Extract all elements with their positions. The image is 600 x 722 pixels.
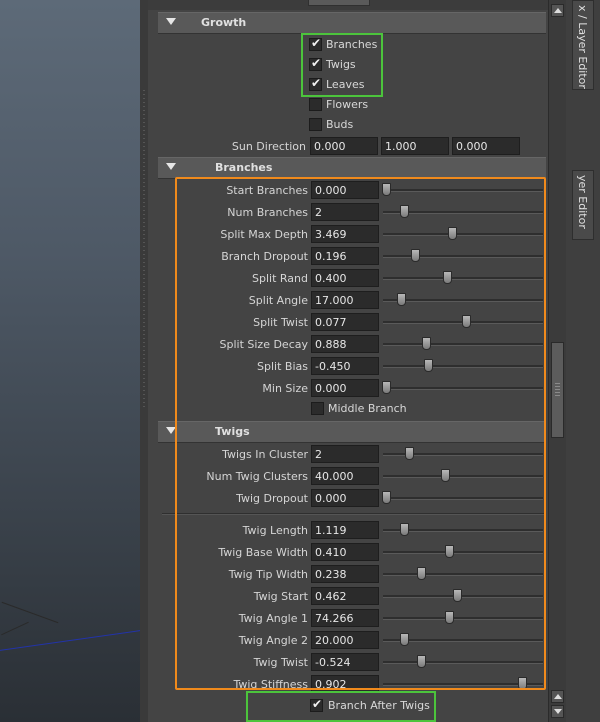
sun-direction-y-field[interactable]: 1.000 (381, 137, 449, 155)
collapse-triangle-icon (166, 18, 176, 25)
sun-direction-z-field[interactable]: 0.000 (452, 137, 520, 155)
tab-stub (308, 0, 370, 6)
growth-title: Growth (201, 16, 247, 29)
scroll-up-button[interactable] (551, 4, 564, 17)
branches-section-header[interactable]: Branches (158, 157, 546, 179)
scroll-down-button[interactable] (551, 705, 564, 718)
grid-line (1, 621, 29, 636)
top-strip (148, 0, 548, 10)
scroll-thumb[interactable] (551, 342, 564, 438)
viewport-3d[interactable] (0, 0, 140, 722)
right-dock: x / Layer Editor yer Editor (566, 0, 600, 722)
green-highlight-box (301, 33, 383, 97)
splitter-grip (143, 90, 145, 410)
growth-checkbox-buds[interactable] (309, 118, 322, 131)
orange-highlight-box (175, 177, 546, 690)
grid-line (1, 601, 59, 624)
sun-direction-label: Sun Direction (231, 140, 306, 153)
green-highlight-box-bottom (246, 691, 436, 722)
tab-label: x / Layer Editor (576, 5, 589, 89)
layer-editor-tab[interactable]: yer Editor (572, 170, 594, 240)
arrow-up-icon (554, 694, 562, 699)
growth-section-header[interactable]: Growth (158, 12, 546, 34)
growth-checkbox-label: Buds (326, 118, 354, 131)
grip-icon (555, 383, 560, 397)
collapse-triangle-icon (166, 163, 176, 170)
vertical-scrollbar[interactable] (548, 0, 566, 722)
arrow-down-icon (554, 709, 562, 714)
grid-line (0, 627, 140, 654)
scroll-up-button-bottom[interactable] (551, 690, 564, 703)
sun-direction-x-field[interactable]: 0.000 (310, 137, 378, 155)
growth-checkbox-flowers[interactable] (309, 98, 322, 111)
branches-title: Branches (215, 161, 273, 174)
arrow-up-icon (554, 8, 562, 13)
channel-box-layer-editor-tab[interactable]: x / Layer Editor (572, 0, 594, 90)
tab-label: yer Editor (576, 175, 589, 229)
growth-checkbox-label: Flowers (326, 98, 369, 111)
